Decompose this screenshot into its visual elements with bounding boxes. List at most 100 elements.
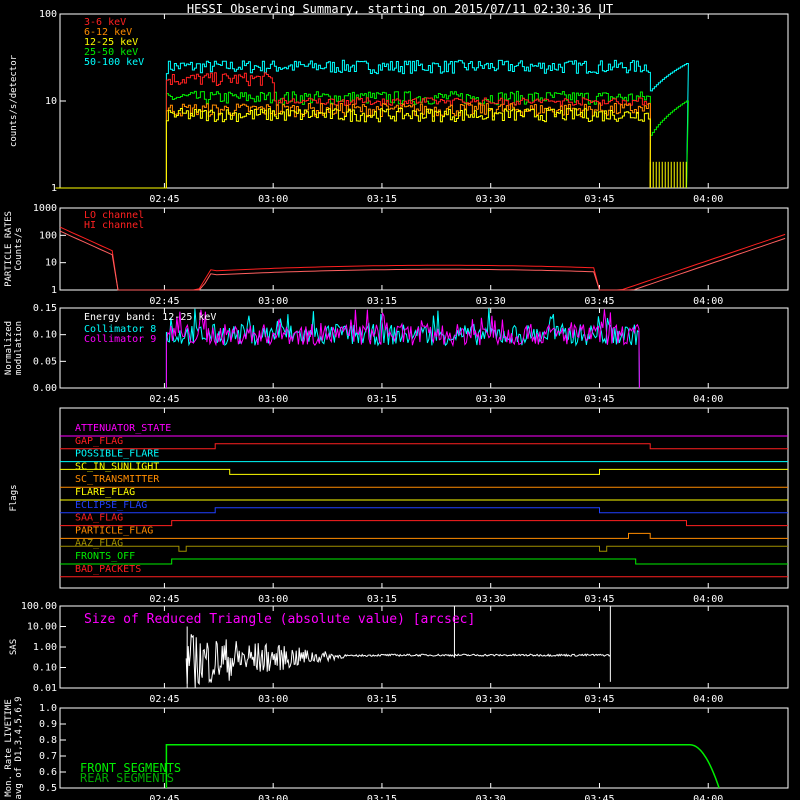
series-sas [185, 634, 611, 688]
x-tick-label: 03:00 [258, 394, 288, 405]
x-tick-label: 03:45 [584, 296, 614, 307]
x-tick-label: 03:00 [258, 296, 288, 307]
hessi-summary-figure: HESSI Observing Summary, starting on 201… [4, 2, 789, 800]
y-axis-label: Mon. Rate LIVETIME [4, 699, 14, 797]
flag-label: FLARE_FLAG [75, 487, 135, 498]
y-axis-label: avg of D1,3,4,5,6,9 [14, 697, 24, 800]
panel-annotation: Energy band: 12-25 keV [84, 312, 216, 323]
x-tick-label: 02:45 [149, 194, 179, 205]
x-tick-label: 03:30 [476, 394, 506, 405]
flag-label: SAA_FLAG [75, 513, 123, 524]
x-tick-label: 03:00 [258, 194, 288, 205]
y-tick-label: 100.00 [21, 601, 57, 612]
y-tick-label: 0.00 [33, 383, 57, 394]
x-tick-label: 02:45 [149, 694, 179, 705]
panel-flags: 02:45 03:00 03:15 03:30 03:45 04:00 Flags ATTEN… [9, 407, 789, 605]
series-3 [55, 90, 689, 189]
flag-label: SC_IN_SUNLIGHT [75, 461, 159, 472]
series-1 [55, 102, 651, 189]
flag-line [60, 507, 788, 514]
panel-annotation: Size of Reduced Triangle (absolute value… [84, 612, 475, 627]
flag-label: FRONTS_OFF [75, 551, 135, 562]
y-axis-label: PARTICLE RATES [4, 211, 14, 287]
x-tick-label: 03:15 [367, 794, 397, 800]
y-tick-label: 0.7 [39, 751, 57, 762]
x-tick-label: 03:30 [476, 794, 506, 800]
x-tick-label: 02:45 [149, 594, 179, 605]
x-tick-label: 03:15 [367, 194, 397, 205]
flag-label: BAD_PACKETS [75, 564, 141, 575]
flag-label: ECLIPSE_FLAG [75, 500, 147, 511]
series-lo [59, 226, 786, 291]
x-tick-label: 04:00 [693, 194, 723, 205]
x-tick-label: 04:00 [693, 594, 723, 605]
y-axis-label: Flags [9, 484, 19, 511]
series-0 [55, 72, 651, 189]
y-tick-label: 1.0 [39, 703, 57, 714]
flag-line [60, 520, 788, 527]
x-tick-label: 04:00 [693, 296, 723, 307]
x-tick-label: 03:00 [258, 794, 288, 800]
panel-modulation: 02:45 03:00 03:15 03:30 03:45 04:00 Normalized… [4, 303, 789, 405]
flag-label: GAP_FLAG [75, 436, 123, 447]
y-tick-label: 0.5 [39, 783, 57, 794]
flag-line [60, 532, 788, 539]
x-tick-label: 02:45 [149, 296, 179, 307]
flag-label: AAZ_FLAG [75, 538, 123, 549]
y-tick-label: 0.10 [33, 663, 57, 674]
series-1 [165, 309, 640, 389]
x-tick-label: 03:30 [476, 694, 506, 705]
x-tick-label: 03:15 [367, 594, 397, 605]
y-tick-label: 10 [45, 96, 57, 107]
x-tick-label: 03:45 [584, 394, 614, 405]
x-tick-label: 03:15 [367, 296, 397, 307]
y-tick-label: 0.6 [39, 767, 57, 778]
legend-entry: Collimator 9 [84, 334, 156, 345]
panel-sas: 02:45 03:00 03:15 03:30 03:45 04:00 SAS 0.01 0.1… [9, 601, 789, 705]
panel-particle: 02:45 03:00 03:15 03:30 03:45 04:00 PARTICLE R… [4, 203, 789, 307]
y-axis-label: modulation [14, 321, 24, 375]
panel-counts: 02:45 03:00 03:15 03:30 03:45 04:00 counts/s/d… [9, 9, 789, 205]
y-tick-label: 0.10 [33, 330, 57, 341]
y-tick-label: 0.9 [39, 719, 57, 730]
flag-label: PARTICLE_FLAG [75, 525, 153, 536]
flag-label: POSSIBLE_FLARE [75, 449, 159, 460]
y-tick-label: 1 [51, 285, 57, 296]
y-tick-label: 100 [39, 230, 57, 241]
flag-line [60, 558, 788, 565]
y-axis-label: counts/s/detector [9, 54, 19, 147]
flag-label: ATTENUATOR_STATE [75, 423, 171, 434]
x-tick-label: 03:15 [367, 694, 397, 705]
legend-entry: HI channel [84, 220, 144, 231]
flag-line [60, 545, 788, 552]
flag-label: SC_TRANSMITTER [75, 474, 160, 485]
y-tick-label: 100 [39, 9, 57, 20]
y-tick-label: 0.01 [33, 683, 57, 694]
x-tick-label: 03:00 [258, 594, 288, 605]
series-front [165, 744, 720, 789]
x-tick-label: 02:45 [149, 394, 179, 405]
y-axis-label: Normalized [4, 321, 14, 375]
y-axis-label: SAS [9, 639, 19, 655]
x-tick-label: 03:30 [476, 194, 506, 205]
series-4 [55, 59, 689, 189]
panel-frame [59, 207, 789, 291]
x-tick-label: 03:45 [584, 694, 614, 705]
series-2 [55, 107, 651, 189]
flag-line [60, 443, 788, 450]
x-tick-label: 03:45 [584, 794, 614, 800]
x-tick-label: 03:00 [258, 694, 288, 705]
series-0 [165, 308, 640, 389]
legend-entry: REAR SEGMENTS [80, 771, 174, 785]
x-tick-label: 03:30 [476, 296, 506, 307]
series-hi [59, 230, 786, 291]
x-tick-label: 03:45 [584, 594, 614, 605]
panel-livetime: 02:45 03:00 03:15 03:30 03:45 04:00 Mon. Rate … [4, 697, 789, 800]
panel-frame [59, 407, 789, 589]
y-tick-label: 1.00 [33, 642, 57, 653]
x-tick-label: 03:15 [367, 394, 397, 405]
x-tick-label: 03:30 [476, 594, 506, 605]
x-tick-label: 02:45 [149, 794, 179, 800]
y-tick-label: 10.00 [27, 622, 57, 633]
x-tick-label: 04:00 [693, 694, 723, 705]
